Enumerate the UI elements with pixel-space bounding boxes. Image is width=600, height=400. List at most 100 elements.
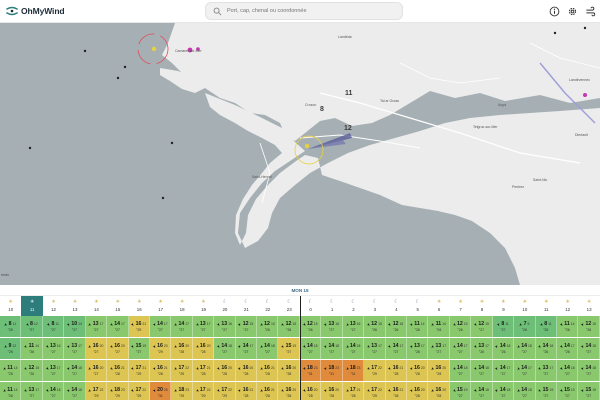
forecast-cell[interactable]: ➤ 15 19 °27 xyxy=(578,382,600,400)
forecast-cell[interactable]: ➤ 18 23 °31 xyxy=(342,360,365,381)
forecast-cell[interactable]: ➤ 14 18 °27 xyxy=(299,338,322,359)
forecast-cell[interactable]: ➤ 18 23 °31 xyxy=(321,360,343,381)
hour-cell[interactable]: ☀ 17 xyxy=(150,296,171,316)
forecast-cell[interactable]: ➤ 12 15 °26 xyxy=(364,316,386,337)
forecast-cell[interactable]: ➤ 15 19 °27 xyxy=(556,382,579,400)
forecast-cell[interactable]: ➤ 16 20 °28 xyxy=(407,360,429,381)
forecast-cell[interactable]: ➤ 13 17 °27 xyxy=(42,360,65,381)
forecast-cell[interactable]: ➤ 8 12 °27 xyxy=(21,316,43,337)
forecast-cell[interactable]: ➤ 16 20 °28 xyxy=(278,360,300,381)
forecast-cell[interactable]: ➤ 16 21 °29 xyxy=(128,316,150,337)
forecast-cell[interactable]: ➤ 17 21 °29 xyxy=(128,360,150,381)
hour-cell[interactable]: ☀ 8 xyxy=(471,296,492,316)
forecast-cell[interactable]: ➤ 17 22 °29 xyxy=(192,382,215,400)
forecast-cell[interactable]: ➤ 17 22 °29 xyxy=(85,382,108,400)
hour-cell[interactable]: ☾ 1 xyxy=(321,296,342,316)
hour-cell[interactable]: ☾ 0 xyxy=(300,296,321,316)
forecast-cell[interactable]: ➤ 16 20 °28 xyxy=(235,360,258,381)
hour-cell[interactable]: ☾ 23 xyxy=(278,296,299,316)
forecast-cell[interactable]: ➤ 15 19 °27 xyxy=(535,382,557,400)
forecast-cell[interactable]: ➤ 14 18 °27 xyxy=(514,382,536,400)
forecast-cell[interactable]: ➤ 12 15 °26 xyxy=(278,316,300,337)
forecast-cell[interactable]: ➤ 9 12 °25 xyxy=(0,338,22,359)
hour-cell[interactable]: ☾ 2 xyxy=(343,296,364,316)
forecast-cell[interactable]: ➤ 12 15 °27 xyxy=(471,316,493,337)
forecast-cell[interactable]: ➤ 13 16 °27 xyxy=(321,316,343,337)
hour-cell[interactable]: ☀ 12 xyxy=(557,296,578,316)
hour-cell[interactable]: ☀ 10 xyxy=(514,296,535,316)
search-bar[interactable] xyxy=(205,2,403,20)
forecast-cell[interactable]: ➤ 13 17 °27 xyxy=(364,338,386,359)
forecast-cell[interactable]: ➤ 16 20 °28 xyxy=(428,382,450,400)
hour-cell[interactable]: ☀ 14 xyxy=(86,296,107,316)
forecast-cell[interactable]: ➤ 14 18 °27 xyxy=(556,360,579,381)
forecast-cell[interactable]: ➤ 14 18 °27 xyxy=(214,338,236,359)
forecast-cell[interactable]: ➤ 14 18 °27 xyxy=(514,338,536,359)
hour-cell[interactable]: ☀ 12 xyxy=(43,296,64,316)
forecast-cell[interactable]: ➤ 13 17 °27 xyxy=(535,360,557,381)
hour-cell[interactable]: ☀ 11 xyxy=(536,296,557,316)
forecast-cell[interactable]: ➤ 14 17 °27 xyxy=(171,316,193,337)
forecast-cell[interactable]: ➤ 14 18 °26 xyxy=(492,338,515,359)
forecast-cell[interactable]: ➤ 14 18 °27 xyxy=(64,360,86,381)
forecast-cell[interactable]: ➤ 16 20 °28 xyxy=(192,338,215,359)
forecast-cell[interactable]: ➤ 17 21 °28 xyxy=(342,382,365,400)
forecast-cell[interactable]: ➤ 13 17 °27 xyxy=(192,316,215,337)
forecast-cell[interactable]: ➤ 17 22 °29 xyxy=(171,360,193,381)
forecast-cell[interactable]: ➤ 13 16 °27 xyxy=(342,316,365,337)
hour-cell[interactable]: ☾ 21 xyxy=(236,296,257,316)
forecast-cell[interactable]: ➤ 14 18 °27 xyxy=(64,382,86,400)
forecast-cell[interactable]: ➤ 14 17 °26 xyxy=(556,338,579,359)
app-logo[interactable]: OhMyWind xyxy=(6,5,65,17)
forecast-cell[interactable]: ➤ 14 18 °27 xyxy=(257,338,279,359)
forecast-cell[interactable]: ➤ 14 18 °27 xyxy=(449,360,472,381)
forecast-cell[interactable]: ➤ 16 20 °27 xyxy=(85,338,108,359)
hour-cell[interactable]: ☀ 13 xyxy=(578,296,599,316)
forecast-cell[interactable]: ➤ 13 17 °26 xyxy=(407,338,429,359)
hour-cell[interactable]: ☀ 9 xyxy=(493,296,514,316)
forecast-cell[interactable]: ➤ 14 17 °27 xyxy=(449,338,472,359)
forecast-cell[interactable]: ➤ 14 18 °27 xyxy=(321,338,343,359)
forecast-cell[interactable]: ➤ 16 20 °28 xyxy=(428,360,450,381)
forecast-cell[interactable]: ➤ 14 17 °27 xyxy=(149,316,172,337)
forecast-cell[interactable]: ➤ 12 16 °26 xyxy=(385,316,408,337)
forecast-cell[interactable]: ➤ 13 17 °27 xyxy=(64,338,86,359)
forecast-cell[interactable]: ➤ 8 11 °27 xyxy=(42,316,65,337)
forecast-cell[interactable]: ➤ 20 25 °31 xyxy=(149,382,172,400)
hour-cell[interactable]: ☾ 4 xyxy=(386,296,407,316)
forecast-cell[interactable]: ➤ 12 15 °26 xyxy=(578,316,600,337)
forecast-cell[interactable]: ➤ 7 9 °26 xyxy=(514,316,536,337)
hour-cell[interactable]: ☀ 11 xyxy=(21,296,43,316)
forecast-cell[interactable]: ➤ 13 17 °26 xyxy=(471,338,493,359)
forecast-cell[interactable]: ➤ 13 17 °27 xyxy=(85,316,108,337)
forecast-cell[interactable]: ➤ 13 17 °27 xyxy=(428,338,450,359)
hour-cell[interactable]: ☾ 20 xyxy=(214,296,235,316)
forecast-cell[interactable]: ➤ 14 17 °27 xyxy=(385,338,408,359)
gear-icon[interactable] xyxy=(567,6,578,17)
forecast-cell[interactable]: ➤ 14 17 °27 xyxy=(514,360,536,381)
forecast-cell[interactable]: ➤ 14 17 °27 xyxy=(235,338,258,359)
forecast-cell[interactable]: ➤ 16 21 °28 xyxy=(385,360,408,381)
forecast-cell[interactable]: ➤ 18 23 °29 xyxy=(107,382,129,400)
forecast-cell[interactable]: ➤ 14 18 °27 xyxy=(492,382,515,400)
wind-icon[interactable] xyxy=(585,6,596,17)
forecast-cell[interactable]: ➤ 16 21 °28 xyxy=(149,360,172,381)
forecast-cell[interactable]: ➤ 16 20 °28 xyxy=(321,382,343,400)
forecast-cell[interactable]: ➤ 16 20 °27 xyxy=(107,338,129,359)
hour-cell[interactable]: ☾ 22 xyxy=(257,296,278,316)
forecast-cell[interactable]: ➤ 12 15 °26 xyxy=(449,316,472,337)
wind-map[interactable]: Landéda Crozon Saint-Hernot Argol Telgru… xyxy=(0,23,600,285)
forecast-cell[interactable]: ➤ 8 11 °26 xyxy=(535,316,557,337)
hour-cell[interactable]: ☀ 7 xyxy=(450,296,471,316)
forecast-cell[interactable]: ➤ 11 14 °25 xyxy=(0,360,22,381)
forecast-cell[interactable]: ➤ 14 18 °27 xyxy=(578,360,600,381)
forecast-cell[interactable]: ➤ 8 11 °25 xyxy=(0,316,22,337)
forecast-cell[interactable]: ➤ 11 14 °26 xyxy=(0,382,22,400)
info-icon[interactable] xyxy=(549,6,560,17)
forecast-cell[interactable]: ➤ 10 14 °27 xyxy=(64,316,86,337)
forecast-cell[interactable]: ➤ 12 15 °26 xyxy=(257,316,279,337)
forecast-cell[interactable]: ➤ 16 21 °28 xyxy=(107,360,129,381)
forecast-cell[interactable]: ➤ 15 19 °27 xyxy=(278,338,300,359)
forecast-cell[interactable]: ➤ 16 20 °28 xyxy=(407,382,429,400)
forecast-cell[interactable]: ➤ 16 21 °28 xyxy=(257,382,279,400)
